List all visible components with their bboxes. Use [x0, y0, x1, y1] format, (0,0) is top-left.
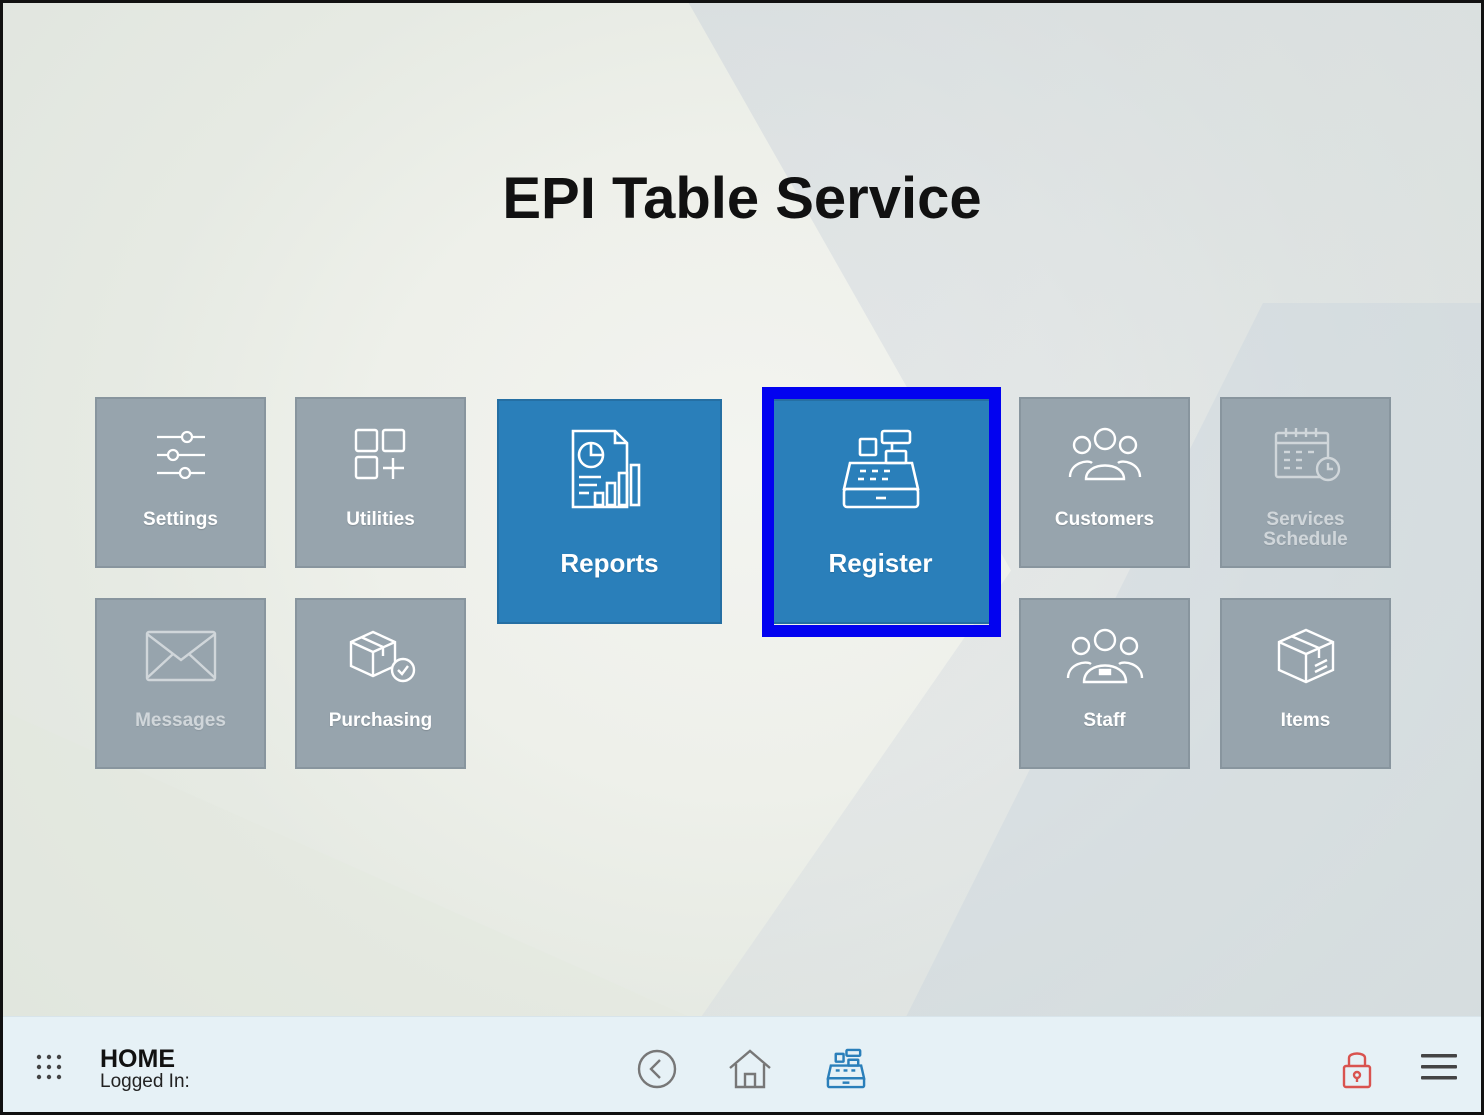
cash-register-icon — [770, 427, 991, 513]
tile-register[interactable]: Register — [768, 399, 993, 624]
grid-plus-icon — [297, 425, 464, 485]
tile-services-schedule[interactable]: Services Schedule — [1220, 397, 1391, 568]
tile-messages[interactable]: Messages — [95, 598, 266, 769]
sliders-icon — [97, 425, 264, 485]
package-icon — [1222, 626, 1389, 686]
tile-label: Items — [1280, 710, 1331, 731]
apps-grid-icon[interactable] — [29, 1047, 69, 1087]
tile-reports[interactable]: Reports — [497, 399, 722, 624]
bottom-bar: HOME Logged In: — [3, 1016, 1481, 1112]
tile-label: Utilities — [346, 509, 415, 530]
tile-items[interactable]: Items — [1220, 598, 1391, 769]
report-icon — [499, 427, 720, 513]
page-name: HOME — [100, 1045, 175, 1073]
tile-label: Settings — [143, 509, 218, 530]
tile-label: Register — [828, 548, 933, 578]
logged-in-label: Logged In: — [100, 1071, 190, 1092]
tile-settings[interactable]: Settings — [95, 397, 266, 568]
tile-customers[interactable]: Customers — [1019, 397, 1190, 568]
tile-label: Purchasing — [328, 710, 433, 731]
home-screen: EPI Table Service Settings Utilities Rep… — [0, 0, 1484, 1115]
tile-label: Reports — [560, 548, 659, 578]
tile-label: Services Schedule — [1263, 509, 1348, 550]
staff-group-icon — [1021, 626, 1188, 688]
envelope-icon — [97, 626, 264, 686]
box-check-icon — [297, 626, 464, 686]
tile-utilities[interactable]: Utilities — [295, 397, 466, 568]
hamburger-menu-icon[interactable] — [1417, 1047, 1461, 1087]
tile-label: Customers — [1054, 509, 1155, 530]
tile-label: Staff — [1083, 710, 1126, 731]
home-icon[interactable] — [725, 1045, 775, 1093]
calendar-clock-icon — [1222, 425, 1389, 485]
back-circle-icon[interactable] — [633, 1045, 681, 1093]
lock-icon[interactable] — [1335, 1045, 1379, 1093]
app-title: EPI Table Service — [502, 166, 982, 231]
tile-staff[interactable]: Staff — [1019, 598, 1190, 769]
tile-label: Messages — [135, 710, 226, 731]
register-nav-icon[interactable] — [821, 1045, 871, 1093]
group-icon — [1021, 425, 1188, 485]
tile-purchasing[interactable]: Purchasing — [295, 598, 466, 769]
